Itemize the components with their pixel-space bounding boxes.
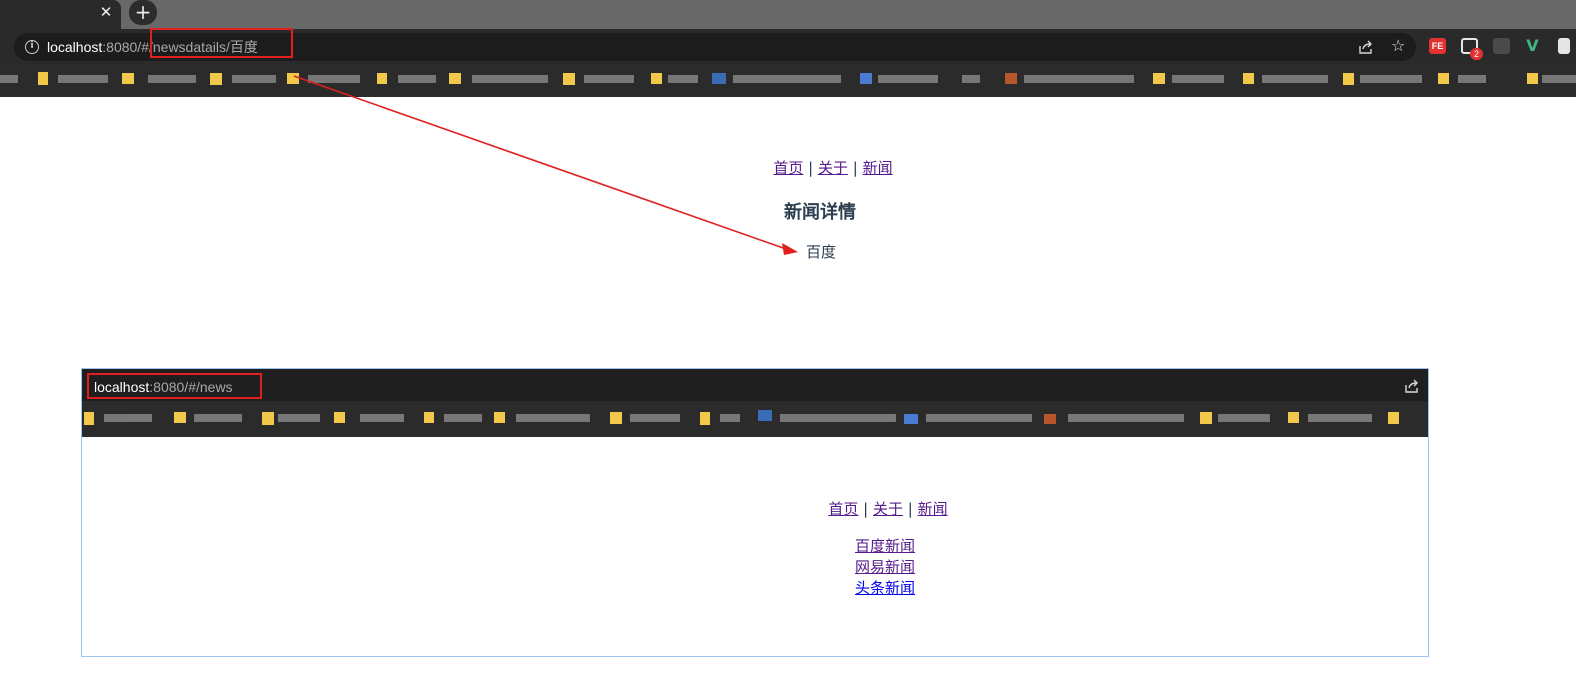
top-nav: 首页 | 关于 | 新闻 [0,157,1576,178]
site-info-icon[interactable]: i [25,40,39,54]
news-link-list: 百度新闻 网易新闻 头条新闻 [855,536,915,599]
tab-strip: ✕ + [0,0,1576,29]
page-title: 新闻详情 [784,202,856,223]
inset-screenshot: localhost:8080/#/news 首页 | 关于 | 新闻 百度新闻 … [81,368,1429,657]
new-tab-button[interactable]: + [129,0,157,25]
close-tab-icon[interactable]: ✕ [97,3,115,21]
nav-links: 首页 | 关于 | 新闻 [773,159,892,177]
news-link-netease[interactable]: 网易新闻 [855,557,915,578]
inset-bookmarks-bar [82,401,1428,437]
active-tab[interactable]: ✕ [0,0,121,29]
screenshot-root: ✕ + i localhost:8080/#/newsdatails/百度 ☆ … [0,0,1576,691]
inset-nav-links: 首页 | 关于 | 新闻 [828,500,947,518]
nav-about-link[interactable]: 关于 [818,159,848,177]
url-host: localhost [47,39,103,55]
fe-extension-icon[interactable]: FE [1429,38,1446,54]
bookmarks-bar [0,64,1576,97]
news-link-toutiao[interactable]: 头条新闻 [855,578,915,599]
inset-nav-about-link[interactable]: 关于 [873,500,903,518]
inset-url-highlight-box [87,373,262,399]
news-detail-text: 百度 [805,243,836,261]
inset-nav-separator: | [863,500,869,518]
nav-separator: | [808,159,814,177]
news-link-baidu[interactable]: 百度新闻 [855,536,915,557]
extensions-menu-icon[interactable] [1558,38,1570,54]
grid-extension-icon[interactable] [1493,38,1510,54]
inset-blurred-bookmarks[interactable] [82,401,1428,437]
nav-home-link[interactable]: 首页 [773,159,803,177]
inset-address-bar: localhost:8080/#/news [82,369,1428,401]
blurred-bookmarks[interactable] [0,64,1576,97]
inset-nav: 首页 | 关于 | 新闻 [82,498,1428,519]
inset-nav-news-link[interactable]: 新闻 [918,500,948,518]
share-icon[interactable] [1358,39,1374,55]
bookmark-star-icon[interactable]: ☆ [1391,36,1405,56]
nav-separator: | [852,159,858,177]
nav-news-link[interactable]: 新闻 [863,159,893,177]
vue-devtools-icon[interactable]: V [1524,38,1541,54]
inset-nav-home-link[interactable]: 首页 [828,500,858,518]
inset-nav-separator: | [907,500,913,518]
extension-badge: 2 [1470,48,1483,60]
inset-share-icon[interactable] [1404,378,1420,394]
url-highlight-box [150,28,293,58]
